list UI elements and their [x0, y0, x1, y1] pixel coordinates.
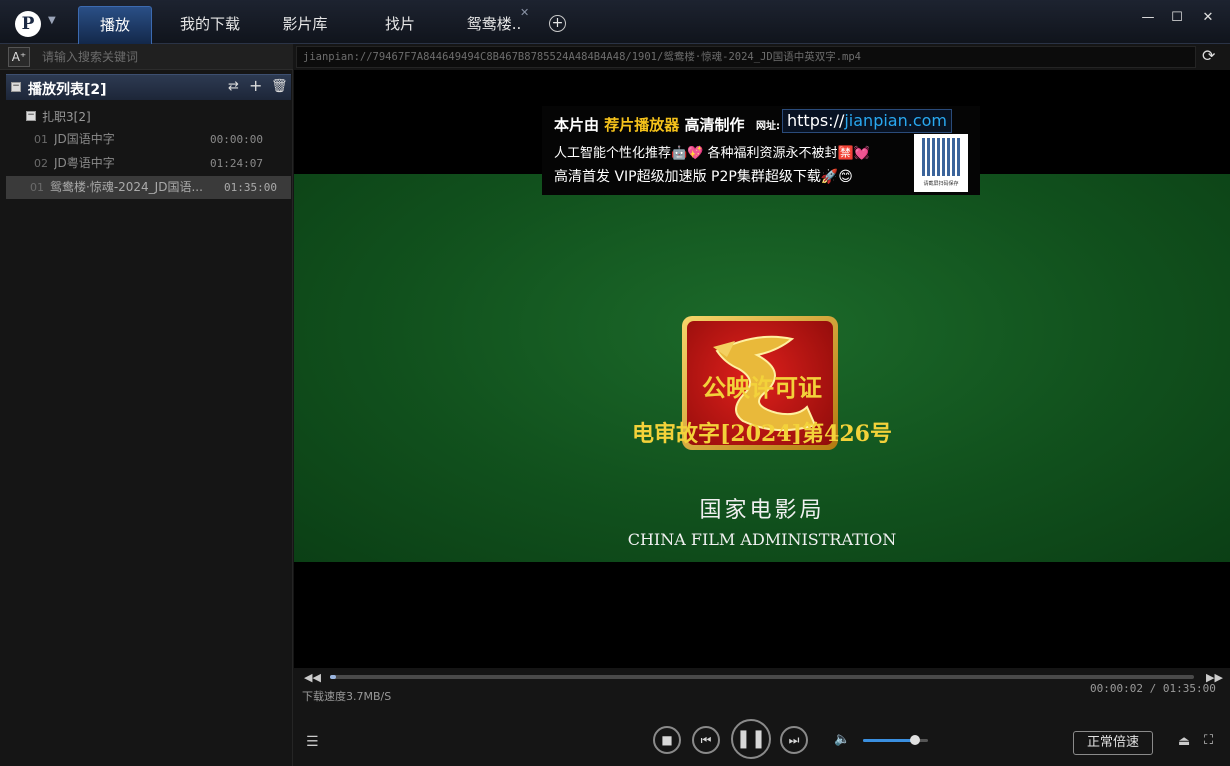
minimize-icon[interactable]: — — [1140, 10, 1156, 25]
group-label[interactable]: 扎职3[2] — [42, 108, 91, 125]
item-index: 01 — [34, 133, 48, 146]
search-row: A⁺ — [0, 44, 293, 70]
collapse-icon[interactable]: − — [11, 82, 21, 92]
close-tab-icon[interactable]: ✕ — [520, 6, 529, 19]
item-name: JD国语中字 — [54, 132, 115, 146]
refresh-icon[interactable]: ⟳ — [1202, 46, 1215, 65]
playlist-item-selected[interactable]: 01 鸳鸯楼·惊魂-2024_JD国语... 01:35:00 — [6, 176, 291, 199]
volume-knob[interactable] — [910, 735, 920, 745]
item-duration: 00:00:00 — [210, 133, 263, 146]
app-logo[interactable]: P — [15, 11, 41, 37]
authority-cn: 国家电影局 — [699, 498, 825, 523]
qr-code: 请截屏扫码保存 — [914, 134, 968, 192]
playback-rate-button[interactable]: 正常倍速 — [1073, 731, 1153, 755]
previous-button[interactable]: ⏮ — [692, 726, 720, 754]
trash-icon[interactable]: 🗑 — [271, 79, 288, 94]
volume-fill — [863, 739, 915, 742]
banner-line3: 高清首发 VIP超级加速版 P2P集群超级下载🚀😊 — [554, 169, 853, 185]
stop-button[interactable]: ■ — [653, 726, 681, 754]
player-window: P ▼ 播放 我的下载 影片库 找片 鸳鸯楼.. ✕ + — ☐ ✕ A⁺ − … — [0, 0, 1230, 766]
progress-bar[interactable] — [330, 675, 1194, 679]
list-icon[interactable]: ☰ — [306, 734, 319, 750]
close-window-icon[interactable]: ✕ — [1200, 10, 1216, 25]
authority-en: CHINA FILM ADMINISTRATION — [627, 530, 897, 549]
film-license-frame: 公映许可证 电审故字[2024]第426号 国家电影局 CHINA FILM A… — [294, 174, 1230, 562]
volume-icon[interactable]: 🔈 — [834, 732, 850, 747]
eject-icon[interactable]: ⏏ — [1178, 734, 1190, 749]
next-button[interactable]: ⏭ — [780, 726, 808, 754]
playlist-title: 播放列表[2] — [28, 82, 107, 98]
add-icon[interactable]: + — [249, 76, 262, 95]
download-speed: 下载速度3.7MB/S — [302, 690, 392, 703]
playlist-item[interactable]: 01 JD国语中字 00:00:00 — [6, 128, 291, 151]
banner-line2: 人工智能个性化推荐🤖💖 各种福利资源永不被封🈲💓 — [554, 146, 870, 161]
pause-button[interactable]: ❚❚ — [731, 719, 771, 759]
maximize-icon[interactable]: ☐ — [1169, 10, 1185, 25]
banner-url: https://jianpian.com — [782, 109, 952, 133]
sidebar: A⁺ − 播放列表[2] ⇄ + 🗑 − 扎职3[2] 01 JD国语中字 00… — [0, 44, 293, 766]
url-bar[interactable]: jianpian://79467F7A844649494C8B467B87855… — [296, 46, 1196, 68]
tab-find[interactable]: 找片 — [370, 6, 430, 44]
item-duration: 01:24:07 — [210, 157, 263, 170]
tab-play[interactable]: 播放 — [78, 6, 152, 44]
tab-library[interactable]: 影片库 — [270, 6, 340, 44]
tab-my-downloads[interactable]: 我的下载 — [168, 6, 252, 44]
fullscreen-icon[interactable]: ⛶ — [1204, 733, 1213, 748]
video-area[interactable]: 公映许可证 电审故字[2024]第426号 国家电影局 CHINA FILM A… — [294, 70, 1230, 668]
time-display: 00:00:02 / 01:35:00 — [1090, 682, 1216, 695]
volume-slider[interactable] — [863, 735, 928, 745]
item-duration: 01:35:00 — [224, 181, 277, 194]
item-name: JD粤语中字 — [54, 156, 115, 170]
license-number: 电审故字[2024]第426号 — [632, 421, 892, 447]
item-index: 01 — [30, 181, 44, 194]
collapse-group-icon[interactable]: − — [26, 111, 36, 121]
add-tab-button[interactable]: + — [549, 15, 566, 32]
playlist-header[interactable]: − 播放列表[2] ⇄ + 🗑 — [6, 74, 291, 100]
qr-caption: 请截屏扫码保存 — [923, 181, 959, 187]
playlist-item[interactable]: 02 JD粤语中字 01:24:07 — [6, 152, 291, 175]
progress-fill — [330, 675, 336, 679]
license-title: 公映许可证 — [702, 373, 822, 402]
title-bar: P ▼ 播放 我的下载 影片库 找片 鸳鸯楼.. ✕ + — ☐ ✕ — [0, 0, 1230, 44]
item-name: 鸳鸯楼·惊魂-2024_JD国语... — [50, 180, 203, 194]
item-index: 02 — [34, 157, 48, 170]
search-input[interactable] — [36, 47, 286, 67]
promo-banner: 本片由 荐片播放器 高清制作 网址: https://jianpian.com … — [542, 106, 980, 195]
chevron-down-icon[interactable]: ▼ — [48, 15, 56, 26]
font-size-button[interactable]: A⁺ — [8, 47, 30, 67]
seek-back-icon[interactable]: ◀◀ — [304, 671, 321, 684]
loop-icon[interactable]: ⇄ — [228, 79, 239, 94]
control-bar: ◀◀ ▶▶ 下载速度3.7MB/S 00:00:02 / 01:35:00 ☰ … — [294, 668, 1230, 766]
banner-line1: 本片由 荐片播放器 高清制作 — [554, 116, 745, 134]
banner-site-label: 网址: — [756, 121, 780, 132]
